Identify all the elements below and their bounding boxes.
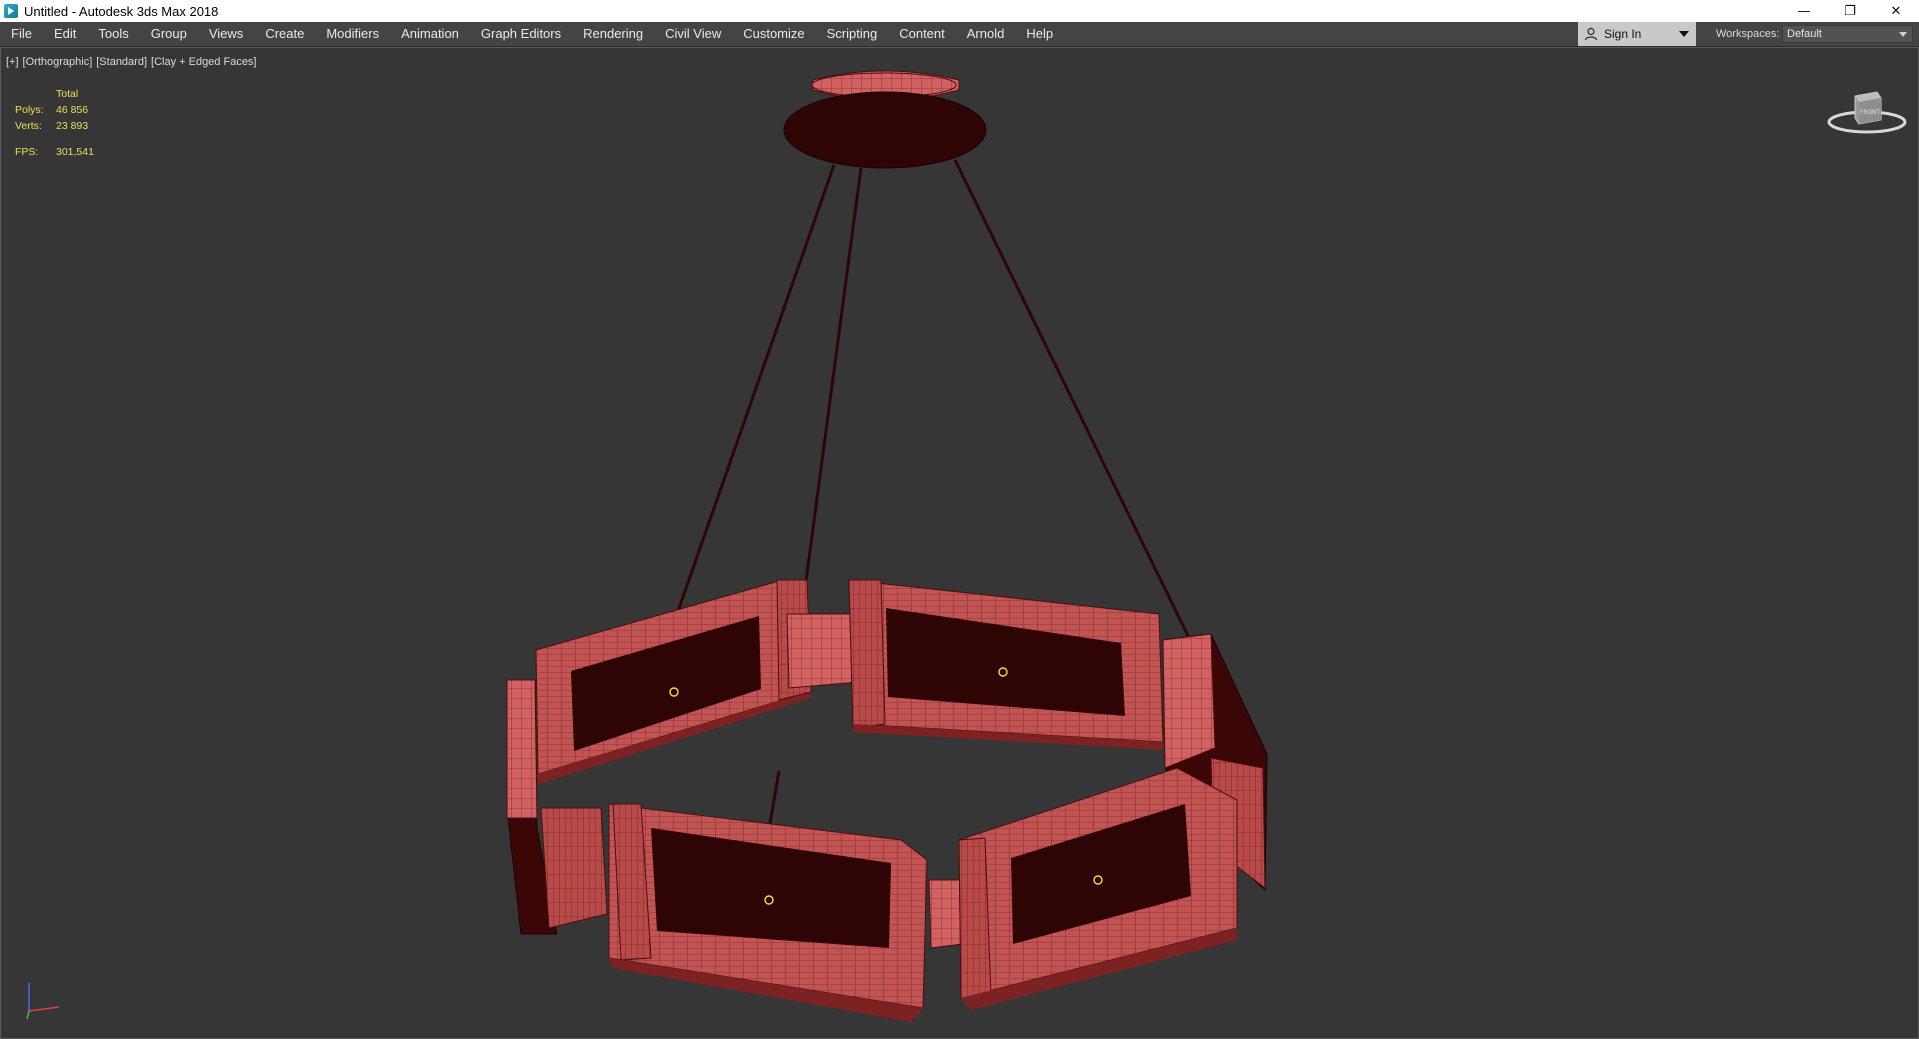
polys-label: Polys: — [15, 104, 44, 116]
fps-label: FPS: — [15, 146, 39, 158]
connector-front — [928, 879, 964, 949]
workspaces-select[interactable]: Default — [1782, 25, 1913, 43]
viewcube[interactable]: FRONT — [1825, 82, 1909, 139]
axis-tripod-icon — [23, 979, 63, 1024]
menu-views[interactable]: Views — [198, 22, 254, 46]
chevron-down-icon — [1899, 31, 1907, 37]
restore-button[interactable]: ❐ — [1827, 0, 1873, 22]
menu-tools[interactable]: Tools — [87, 22, 139, 46]
verts-label: Verts: — [15, 120, 42, 132]
fps-value: 301,541 — [56, 146, 94, 158]
viewport-label-menu: [+] [Orthographic] [Standard] [Clay + Ed… — [6, 56, 257, 68]
menu-group[interactable]: Group — [140, 22, 198, 46]
viewport-statistics: Total Polys: 46 856 Verts: 23 893 FPS: 301,… — [15, 86, 94, 160]
window-title: Untitled - Autodesk 3ds Max 2018 — [24, 3, 219, 19]
perspective-viewport[interactable]: [+] [Orthographic] [Standard] [Clay + Ed… — [0, 47, 1919, 1039]
frame-back-left — [535, 579, 812, 784]
sign-in-dropdown[interactable]: Sign In — [1578, 22, 1696, 46]
menu-rendering[interactable]: Rendering — [572, 22, 654, 46]
menu-file[interactable]: File — [0, 22, 43, 46]
menu-graph-editors[interactable]: Graph Editors — [470, 22, 572, 46]
menu-animation[interactable]: Animation — [390, 22, 470, 46]
menu-create[interactable]: Create — [254, 22, 315, 46]
workspaces-value: Default — [1787, 28, 1822, 40]
menu-content[interactable]: Content — [888, 22, 956, 46]
chevron-down-icon — [1679, 31, 1689, 37]
minimize-button[interactable]: — — [1781, 0, 1827, 22]
workspaces-label: Workspaces: — [1716, 28, 1780, 40]
scene-canvas — [506, 70, 1268, 1022]
frame-front-left — [608, 803, 928, 1022]
viewport-point-of-view[interactable]: [Orthographic] — [23, 56, 93, 68]
menu-modifiers[interactable]: Modifiers — [315, 22, 390, 46]
menu-scripting[interactable]: Scripting — [816, 22, 889, 46]
sign-in-label: Sign In — [1604, 27, 1642, 41]
title-bar: Untitled - Autodesk 3ds Max 2018 — ❐ ✕ — [0, 0, 1919, 22]
menu-help[interactable]: Help — [1015, 22, 1064, 46]
viewport-display-mode[interactable]: [Clay + Edged Faces] — [151, 56, 256, 68]
verts-value: 23 893 — [56, 120, 89, 132]
frame-back-right — [848, 579, 1164, 750]
window-controls: — ❐ ✕ — [1781, 0, 1919, 22]
menu-civil-view[interactable]: Civil View — [654, 22, 732, 46]
menu-edit[interactable]: Edit — [43, 22, 87, 46]
menu-customize[interactable]: Customize — [732, 22, 815, 46]
connector-back — [786, 613, 860, 689]
app-logo-icon — [4, 4, 18, 18]
stats-header: Total — [56, 88, 79, 100]
viewport-general-menu[interactable]: [+] — [6, 56, 19, 68]
frame-front-right — [958, 767, 1238, 1010]
menu-arnold[interactable]: Arnold — [956, 22, 1016, 46]
viewcube-face-label: FRONT — [1860, 109, 1881, 116]
user-icon — [1584, 27, 1598, 41]
ceiling-canopy — [783, 70, 987, 169]
viewport-shading-standard[interactable]: [Standard] — [96, 56, 147, 68]
close-button[interactable]: ✕ — [1873, 0, 1919, 22]
polys-value: 46 856 — [56, 104, 89, 116]
